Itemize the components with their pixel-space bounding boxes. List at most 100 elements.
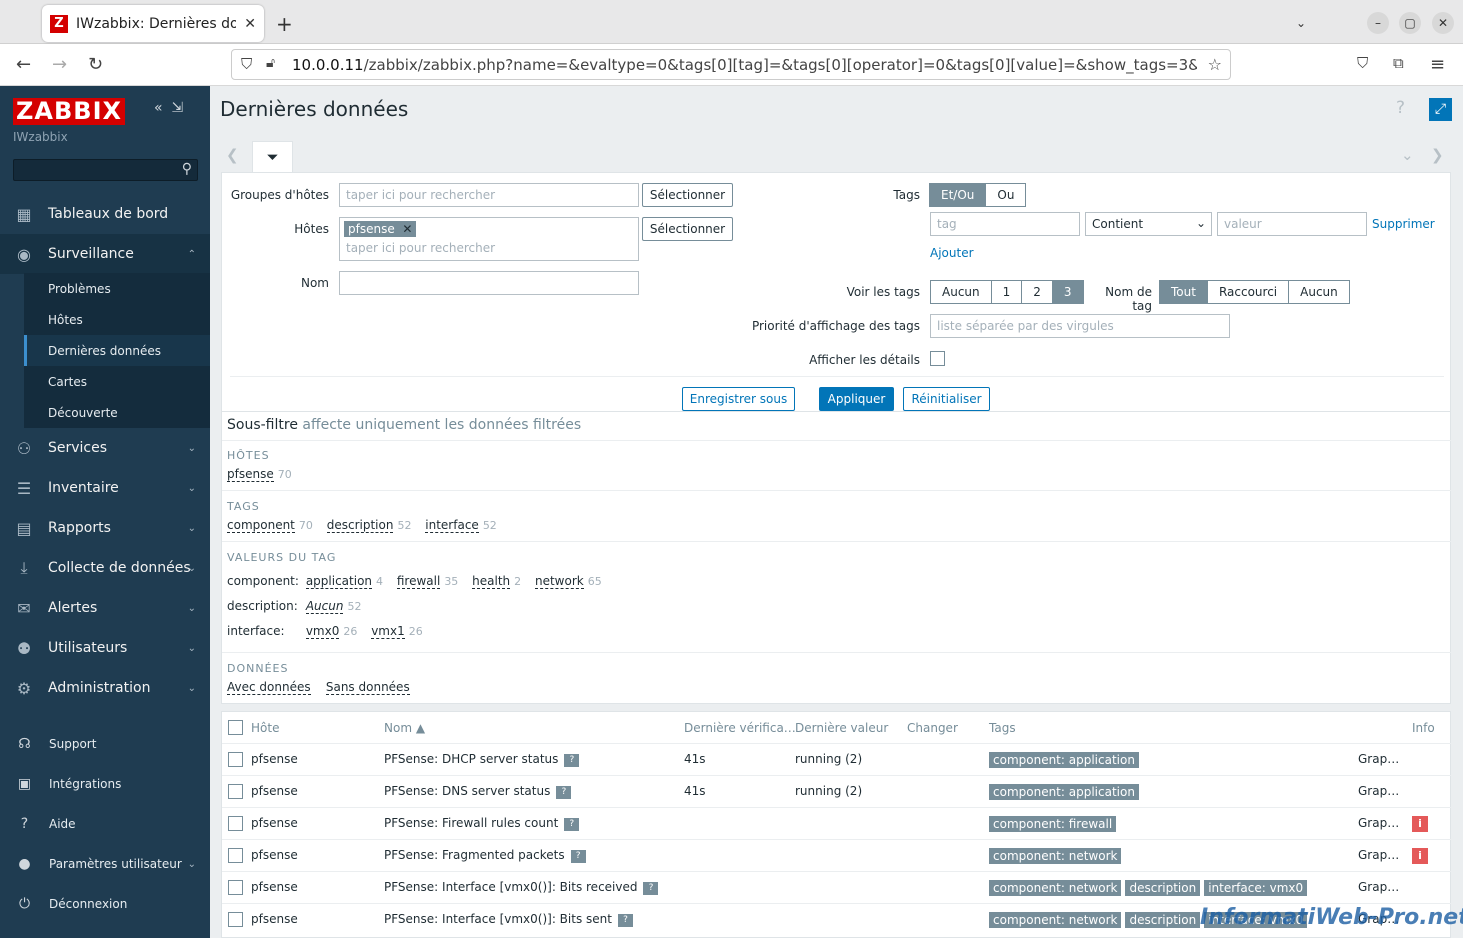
zabbix-logo[interactable]: ZABBIX: [13, 98, 125, 125]
col-name[interactable]: Nom ▲: [384, 721, 425, 735]
menu-icon[interactable]: ≡: [1430, 54, 1445, 75]
menu-users[interactable]: ⚉ Utilisateurs ⌄: [0, 628, 210, 668]
tag-value-input[interactable]: valeur: [1217, 212, 1367, 236]
chevron-left-icon[interactable]: ❮: [226, 146, 239, 164]
reset-button[interactable]: Réinitialiser: [903, 387, 990, 411]
name-cell[interactable]: PFSense: Firewall rules count?: [384, 816, 580, 831]
name-input[interactable]: [339, 271, 639, 295]
graph-link[interactable]: Grap…: [1358, 848, 1399, 862]
submenu-maps[interactable]: Cartes: [24, 366, 210, 397]
select-all-checkbox[interactable]: [228, 720, 243, 735]
item-name[interactable]: PFSense: DHCP server status: [384, 752, 558, 766]
host-cell[interactable]: pfsense: [251, 784, 298, 798]
info-error-icon[interactable]: i: [1412, 848, 1428, 864]
item-name[interactable]: PFSense: Interface [vmx0()]: Bits receiv…: [384, 880, 637, 894]
shield-icon[interactable]: ⛉: [241, 55, 252, 73]
insecure-lock-icon[interactable]: 🔓︎: [266, 55, 275, 71]
item-help-icon[interactable]: ?: [556, 786, 572, 799]
item-help-icon[interactable]: ?: [564, 754, 580, 767]
row-checkbox[interactable]: [228, 816, 243, 831]
tag-name-short[interactable]: Raccourci: [1206, 280, 1290, 304]
tag-chip[interactable]: interface: vmx0: [1204, 880, 1308, 896]
menu-help[interactable]: ? Aide: [0, 804, 210, 844]
tag-chip[interactable]: component: application: [989, 752, 1139, 768]
tag-input[interactable]: tag: [930, 212, 1080, 236]
menu-inventory[interactable]: ☰ Inventaire ⌄: [0, 468, 210, 508]
host-cell[interactable]: pfsense: [251, 848, 298, 862]
menu-services[interactable]: ⚇ Services ⌄: [0, 428, 210, 468]
item-help-icon[interactable]: ?: [643, 882, 659, 895]
chevron-right-icon[interactable]: ❯: [1431, 146, 1444, 164]
pocket-icon[interactable]: ⛉: [1357, 54, 1368, 72]
row-checkbox[interactable]: [228, 784, 243, 799]
tag-name-none[interactable]: Aucun: [1288, 280, 1350, 304]
host-cell[interactable]: pfsense: [251, 912, 298, 926]
tab-list-icon[interactable]: ⌄: [1290, 12, 1312, 34]
info-error-icon[interactable]: i: [1412, 816, 1428, 832]
subfilter-tag-link[interactable]: description: [326, 518, 394, 533]
menu-user-settings[interactable]: ● Paramètres utilisateur ⌄: [0, 844, 210, 884]
submenu-hosts[interactable]: Hôtes: [24, 304, 210, 335]
table-row[interactable]: pfsense PFSense: Interface [vmx0()]: Bit…: [222, 871, 1452, 903]
url-bar[interactable]: ⛉ 🔓︎ 10.0.0.11/zabbix/zabbix.php?name=&e…: [231, 49, 1231, 80]
menu-reports[interactable]: ▤ Rapports ⌄: [0, 508, 210, 548]
submenu-discovery[interactable]: Découverte: [24, 397, 210, 428]
show-details-checkbox[interactable]: [930, 351, 945, 366]
row-checkbox[interactable]: [228, 880, 243, 895]
tag-operator-select[interactable]: Contient ⌄: [1085, 212, 1212, 236]
tag-priority-input[interactable]: liste séparée par des virgules: [930, 314, 1230, 338]
graph-link[interactable]: Grap…: [1358, 752, 1399, 766]
add-tag-link[interactable]: Ajouter: [930, 246, 974, 260]
graph-link[interactable]: Grap…: [1358, 784, 1399, 798]
menu-alerts[interactable]: ✉ Alertes ⌄: [0, 588, 210, 628]
subfilter-value-link[interactable]: application: [305, 574, 373, 589]
remove-chip-icon[interactable]: ✕: [402, 222, 412, 236]
hosts-select-button[interactable]: Sélectionner: [642, 217, 733, 241]
row-checkbox[interactable]: [228, 752, 243, 767]
menu-data-collection[interactable]: ⤓ Collecte de données ⌄: [0, 548, 210, 588]
tag-chip[interactable]: component: application: [989, 784, 1139, 800]
sidebar-search-input[interactable]: ⚲: [13, 159, 198, 181]
remove-tag-link[interactable]: Supprimer: [1372, 217, 1435, 231]
item-help-icon[interactable]: ?: [564, 818, 580, 831]
tags-mode-and-or[interactable]: Et/Ou: [929, 183, 987, 207]
item-name[interactable]: PFSense: Fragmented packets: [384, 848, 565, 862]
forward-icon[interactable]: →: [52, 54, 67, 75]
menu-logout[interactable]: ⏻ Déconnexion: [0, 884, 210, 924]
subfilter-value-link[interactable]: health: [472, 574, 511, 589]
maximize-icon[interactable]: ▢: [1399, 12, 1421, 34]
host-groups-input[interactable]: taper ici pour rechercher: [339, 183, 639, 207]
save-as-button[interactable]: Enregistrer sous: [682, 387, 795, 411]
minimize-icon[interactable]: –: [1367, 12, 1389, 34]
new-tab-icon[interactable]: +: [276, 12, 293, 36]
close-tab-icon[interactable]: ✕: [244, 16, 256, 32]
submenu-problems[interactable]: Problèmes: [24, 273, 210, 304]
name-cell[interactable]: PFSense: Fragmented packets?: [384, 848, 586, 863]
row-checkbox[interactable]: [228, 848, 243, 863]
hosts-multiselect[interactable]: pfsense ✕ taper ici pour rechercher: [339, 217, 639, 261]
subfilter-value-link[interactable]: Aucun: [305, 599, 344, 614]
subfilter-value-link[interactable]: vmx0: [305, 624, 340, 639]
show-tags-2[interactable]: 2: [1021, 280, 1053, 304]
item-help-icon[interactable]: ?: [617, 914, 633, 927]
host-cell[interactable]: pfsense: [251, 816, 298, 830]
name-cell[interactable]: PFSense: DHCP server status?: [384, 752, 580, 767]
name-cell[interactable]: PFSense: Interface [vmx0()]: Bits receiv…: [384, 880, 659, 895]
tags-mode-or[interactable]: Ou: [985, 183, 1027, 207]
host-cell[interactable]: pfsense: [251, 880, 298, 894]
table-row[interactable]: pfsense PFSense: DNS server status? 41s …: [222, 775, 1452, 807]
back-icon[interactable]: ←: [16, 54, 31, 75]
name-cell[interactable]: PFSense: Interface [vmx0()]: Bits sent?: [384, 912, 633, 927]
tag-chip[interactable]: component: network: [989, 912, 1122, 928]
help-icon[interactable]: ?: [1396, 98, 1405, 118]
table-row[interactable]: pfsense PFSense: DHCP server status? 41s…: [222, 743, 1452, 775]
tag-chip[interactable]: component: network: [989, 880, 1122, 896]
subfilter-value-link[interactable]: firewall: [396, 574, 441, 589]
tag-name-all[interactable]: Tout: [1159, 280, 1208, 304]
chevron-down-icon[interactable]: ⌄: [1401, 146, 1414, 164]
close-window-icon[interactable]: ✕: [1432, 12, 1454, 34]
show-tags-1[interactable]: 1: [990, 280, 1023, 304]
kiosk-mode-icon[interactable]: ⤢: [1429, 98, 1452, 121]
show-tags-none[interactable]: Aucun: [930, 280, 992, 304]
tag-chip[interactable]: component: network: [989, 848, 1122, 864]
